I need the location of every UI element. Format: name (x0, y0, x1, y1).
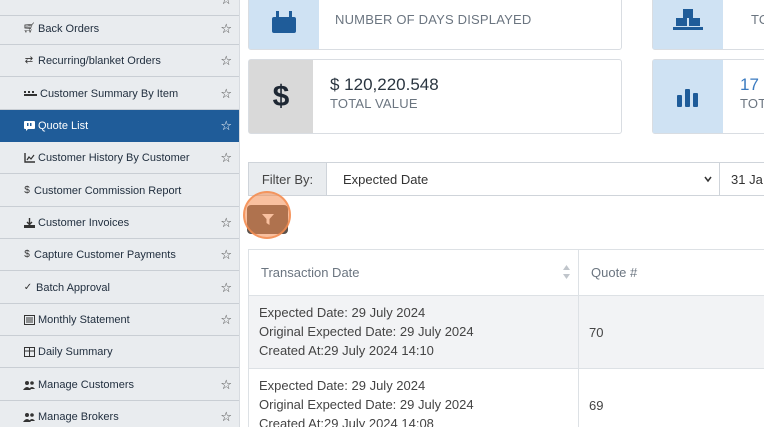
stat-card-right-bottom: 17 TOT (652, 59, 764, 134)
column-divider (578, 296, 579, 368)
sidebar-item-back-orders[interactable]: 🛒︎ Back Orders ☆ (0, 13, 239, 45)
sidebar-item-manage-customers[interactable]: Manage Customers ☆ (0, 369, 239, 401)
expected-date: Expected Date: 29 July 2024 (259, 378, 426, 393)
stat-card-total-value: $ $ 120,220.548 TOTAL VALUE (248, 59, 622, 134)
filter-select[interactable]: Expected Date (327, 163, 720, 195)
filter-bar: Filter By: Expected Date 31 Ja (248, 162, 764, 196)
transaction-date-cell: Expected Date: 29 July 2024 Original Exp… (259, 376, 474, 427)
star-icon[interactable]: ☆ (220, 409, 232, 425)
star-icon[interactable]: ☆ (220, 21, 232, 37)
sidebar-item-daily-summary[interactable]: Daily Summary (0, 336, 239, 368)
sidebar-item-customer-history[interactable]: Customer History By Customer ☆ (0, 142, 239, 174)
column-divider (578, 369, 579, 427)
transaction-date-cell: Expected Date: 29 July 2024 Original Exp… (259, 303, 474, 360)
filter-date-input[interactable]: 31 Ja (721, 163, 763, 195)
star-icon[interactable]: ☆ (220, 215, 232, 231)
right-top-label: TO (751, 12, 764, 27)
sidebar-item-label: Monthly Statement (38, 313, 130, 326)
quote-number-cell: 69 (589, 397, 604, 413)
quote-number-cell: 70 (589, 324, 604, 340)
sidebar-item-customer-invoices[interactable]: Customer Invoices ☆ (0, 207, 239, 239)
sidebar-item-customer-summary[interactable]: Customer Summary By Item ☆ (0, 78, 239, 110)
sidebar-item-label: Batch Approval (36, 281, 110, 294)
sidebar-item-label: Quote List (38, 119, 89, 132)
sidebar-item-commission-report[interactable]: $ Customer Commission Report (0, 175, 239, 207)
sidebar-item-label: Back Orders (38, 22, 100, 35)
cart-icon: 🛒︎ (22, 23, 36, 34)
days-label: NUMBER OF DAYS DISPLAYED (335, 12, 532, 27)
sidebar-item-manage-brokers[interactable]: Manage Brokers ☆ (0, 401, 239, 427)
dollar-icon-box: $ (249, 60, 313, 133)
box-icon-box (653, 0, 723, 49)
click-highlight (243, 191, 291, 239)
download-icon (23, 217, 35, 229)
sidebar-item-label: Manage Brokers (38, 410, 119, 423)
star-icon[interactable]: ☆ (220, 86, 232, 102)
calendar-icon (272, 11, 296, 33)
original-expected-date: Original Expected Date: 29 July 2024 (259, 324, 474, 339)
sidebar-item-label: Customer History By Customer (38, 151, 190, 164)
table-icon (23, 346, 35, 358)
star-icon[interactable]: ☆ (220, 0, 232, 8)
expected-date: Expected Date: 29 July 2024 (259, 305, 426, 320)
sidebar-item-label: Customer Summary By Item (40, 87, 179, 100)
dollar-icon: $ (272, 79, 290, 113)
filter-label: Filter By: (249, 163, 327, 195)
dollar-icon: $ (24, 185, 30, 196)
sidebar-item-recurring-orders[interactable]: ⇄ Recurring/blanket Orders ☆ (0, 45, 239, 77)
users-icon (23, 379, 35, 391)
users-icon (23, 411, 35, 423)
statement-icon (23, 314, 35, 326)
sidebar-item-capture-payments[interactable]: $ Capture Customer Payments ☆ (0, 239, 239, 271)
table-row[interactable]: Expected Date: 29 July 2024 Original Exp… (249, 369, 764, 427)
total-value: $ 120,220.548 (330, 75, 439, 94)
repeat-icon: ⇄ (24, 55, 34, 66)
column-divider (578, 250, 579, 295)
quote-icon (23, 120, 35, 132)
star-icon[interactable]: ☆ (220, 150, 232, 166)
check-icon: ✓ (23, 282, 33, 293)
sidebar-item-batch-approval[interactable]: ✓ Batch Approval ☆ (0, 272, 239, 304)
star-icon[interactable]: ☆ (220, 247, 232, 263)
right-top-value: 5 (751, 0, 760, 5)
col-quote-number[interactable]: Quote # (591, 250, 637, 295)
sidebar-item-label: Daily Summary (38, 345, 113, 358)
created-at: Created At:29 July 2024 14:08 (259, 416, 434, 427)
original-expected-date: Original Expected Date: 29 July 2024 (259, 397, 474, 412)
sort-icon[interactable] (562, 264, 571, 280)
sidebar-item-monthly-statement[interactable]: Monthly Statement ☆ (0, 304, 239, 336)
star-icon[interactable]: ☆ (220, 280, 232, 296)
right-bottom-label: TOT (740, 96, 764, 111)
sidebar-item-label: Manage Customers (38, 378, 134, 391)
sidebar-item-label: Customer Invoices (38, 216, 130, 229)
star-icon[interactable]: ☆ (220, 377, 232, 393)
dollar-icon: $ (24, 249, 30, 260)
days-value: 12 (335, 0, 354, 5)
quotes-table: Transaction Date Quote # Expected Date: … (248, 249, 764, 427)
sidebar-item-label: Customer Commission Report (34, 184, 182, 197)
sidebar-item-label: Capture Customer Payments (34, 248, 176, 261)
bar-chart-icon (677, 88, 698, 107)
stat-card-days: 12 NUMBER OF DAYS DISPLAYED (248, 0, 622, 50)
col-transaction-date[interactable]: Transaction Date (261, 250, 360, 295)
bar-chart-icon-box (653, 60, 723, 133)
calendar-icon-box (249, 0, 319, 49)
list-icon (23, 88, 37, 100)
stat-card-right-top: 5 TO (652, 0, 764, 50)
created-at: Created At:29 July 2024 14:10 (259, 343, 434, 358)
filter-selected-value: Expected Date (343, 171, 429, 187)
star-icon[interactable]: ☆ (220, 53, 232, 69)
sidebar: ☆ 🛒︎ Back Orders ☆ ⇄ Recurring/blanket O… (0, 0, 240, 427)
chart-icon (23, 152, 35, 164)
table-header: Transaction Date Quote # (249, 250, 764, 296)
right-bottom-value: 17 (740, 75, 759, 94)
star-icon[interactable]: ☆ (220, 312, 232, 328)
chevron-down-icon (704, 176, 712, 183)
star-icon[interactable]: ☆ (220, 118, 232, 134)
pallet-icon (673, 9, 703, 30)
total-value-label: TOTAL VALUE (330, 96, 418, 111)
sidebar-item-quote-list[interactable]: Quote List ☆ (0, 110, 239, 142)
sidebar-item-label: Recurring/blanket Orders (38, 54, 161, 67)
table-row[interactable]: Expected Date: 29 July 2024 Original Exp… (249, 296, 764, 369)
